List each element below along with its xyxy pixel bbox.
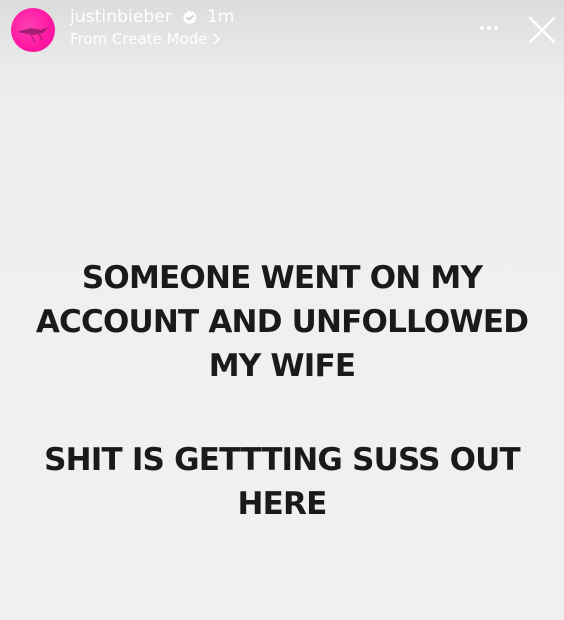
story-text-block-2: SHIT IS GETTTING SUSS OUT HERE (0, 438, 564, 526)
create-mode-label: From Create Mode (70, 30, 208, 48)
verified-badge-icon (182, 10, 197, 25)
more-options-icon[interactable] (476, 18, 502, 38)
story-text-line: SHIT IS GETTTING SUSS OUT (44, 442, 521, 478)
chevron-right-icon (214, 33, 221, 45)
story-text-line: HERE (237, 486, 328, 522)
close-icon[interactable] (526, 14, 558, 46)
story-text-block-1: SOMEONE WENT ON MY ACCOUNT AND UNFOLLOWE… (0, 256, 564, 388)
create-mode-link[interactable]: From Create Mode (70, 30, 221, 48)
avatar[interactable] (11, 8, 55, 52)
story-header: justinbieber 1m From Create Mode (0, 0, 564, 60)
username[interactable]: justinbieber (70, 7, 172, 27)
timestamp: 1m (207, 7, 235, 27)
story-text-line: SOMEONE WENT ON MY (81, 260, 483, 296)
avatar-image (17, 27, 49, 43)
story-text-line: MY WIFE (208, 348, 356, 384)
story-text-line: ACCOUNT AND UNFOLLOWED (35, 304, 529, 340)
